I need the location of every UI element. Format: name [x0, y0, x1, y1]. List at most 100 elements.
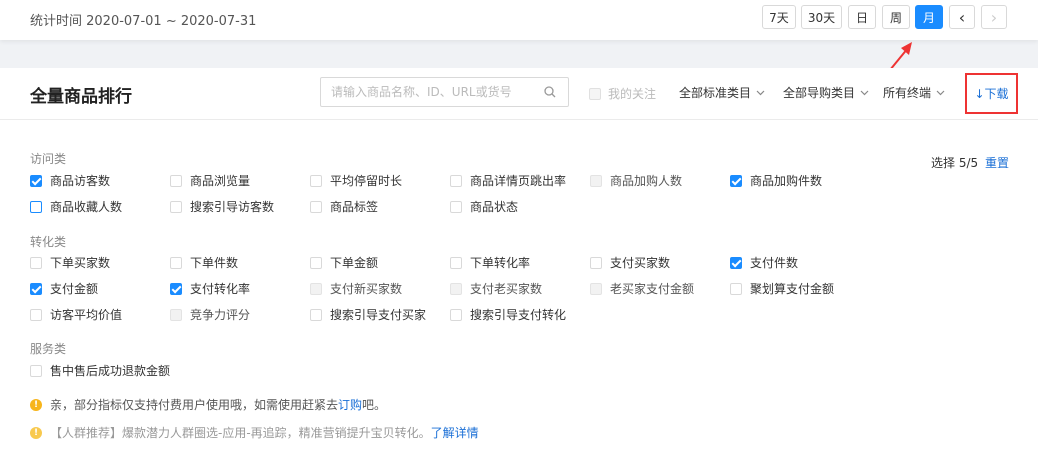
metric-option[interactable]: 搜索引导访客数 — [170, 198, 274, 215]
group-label-service: 服务类 — [30, 342, 67, 356]
metric-option-label: 老买家支付金额 — [610, 282, 695, 296]
checkbox-icon — [590, 174, 602, 187]
metric-option[interactable]: 商品状态 — [450, 198, 518, 215]
checkbox-icon — [170, 308, 182, 321]
metric-option[interactable]: 商品加购人数 — [590, 172, 682, 189]
group-label-convert: 转化类 — [30, 235, 67, 249]
metric-option-label: 搜索引导支付买家 — [330, 308, 427, 322]
checkbox-icon — [30, 308, 42, 321]
period-bar: 统计时间 2020-07-01 ~ 2020-07-31 7天 30天 日 周 … — [0, 0, 1038, 40]
metric-option[interactable]: 售中售后成功退款金额 — [30, 362, 170, 379]
metric-option-label: 售中售后成功退款金额 — [50, 364, 171, 378]
reset-link[interactable]: 重置 — [985, 154, 1009, 171]
metric-option-label: 商品浏览量 — [190, 174, 251, 188]
learn-more-link[interactable]: 了解详情 — [431, 424, 479, 441]
metric-option[interactable]: 支付老买家数 — [450, 280, 542, 297]
metric-option[interactable]: 商品标签 — [310, 198, 378, 215]
metric-option-label: 商品加购件数 — [750, 174, 823, 188]
next-period-button[interactable]: › — [981, 5, 1007, 29]
metric-option[interactable]: 支付新买家数 — [310, 280, 402, 297]
checkbox-icon — [730, 174, 742, 187]
checkbox-icon — [450, 174, 462, 187]
checkbox-icon — [450, 308, 462, 321]
guide-category-dropdown[interactable]: 全部导购类目 — [783, 84, 869, 101]
metric-option-label: 下单件数 — [190, 256, 239, 270]
metric-option[interactable]: 老买家支付金额 — [590, 280, 694, 297]
metric-option-label: 竞争力评分 — [190, 308, 251, 322]
checkbox-icon — [170, 282, 182, 295]
metric-option-label: 下单买家数 — [50, 256, 111, 270]
terminal-dropdown[interactable]: 所有终端 — [883, 84, 945, 101]
notice-crowd-recommend: ! 【人群推荐】爆款潜力人群圈选-应用-再追踪，精准营销提升宝贝转化。 了解详情 — [30, 424, 479, 441]
checkbox-icon — [450, 200, 462, 213]
metric-option-label: 下单转化率 — [470, 256, 531, 270]
checkbox-icon — [310, 174, 322, 187]
search-icon[interactable] — [544, 86, 556, 98]
metric-option[interactable]: 支付转化率 — [170, 280, 250, 297]
metric-option[interactable]: 访客平均价值 — [30, 306, 122, 323]
metric-option[interactable]: 下单转化率 — [450, 254, 530, 271]
period-day-button[interactable]: 日 — [848, 5, 876, 29]
metric-option-label: 支付新买家数 — [330, 282, 403, 296]
metric-option[interactable]: 下单买家数 — [30, 254, 110, 271]
checkbox-icon — [590, 256, 602, 269]
metric-option[interactable]: 支付金额 — [30, 280, 98, 297]
subscribe-link[interactable]: 订购 — [338, 396, 362, 413]
checkbox-icon — [170, 174, 182, 187]
metric-option[interactable]: 商品收藏人数 — [30, 198, 122, 215]
metric-option[interactable]: 平均停留时长 — [310, 172, 402, 189]
metric-option-label: 下单金额 — [330, 256, 379, 270]
prev-period-button[interactable]: ‹ — [949, 5, 975, 29]
download-highlight-box: ↓下载 — [965, 73, 1018, 114]
group-label-visit: 访问类 — [30, 152, 67, 166]
metric-option-label: 支付转化率 — [190, 282, 251, 296]
checkbox-icon — [30, 200, 42, 213]
notice-paid-metrics: ! 亲，部分指标仅支持付费用户使用哦，如需使用赶紧去 订购 吧。 — [30, 396, 386, 413]
checkbox-icon — [30, 174, 42, 187]
metric-option[interactable]: 搜索引导支付转化 — [450, 306, 566, 323]
checkbox-icon — [730, 282, 742, 295]
metric-option[interactable]: 聚划算支付金额 — [730, 280, 834, 297]
metric-option[interactable]: 下单金额 — [310, 254, 378, 271]
metric-option-label: 商品标签 — [330, 200, 379, 214]
notice-suffix: 吧。 — [362, 398, 387, 412]
checkbox-icon — [589, 87, 601, 100]
chevron-down-icon — [756, 90, 765, 96]
metric-option[interactable]: 商品加购件数 — [730, 172, 822, 189]
metric-option[interactable]: 支付买家数 — [590, 254, 670, 271]
standard-category-dropdown[interactable]: 全部标准类目 — [679, 84, 765, 101]
period-month-button[interactable]: 月 — [915, 5, 943, 29]
checkbox-icon — [450, 282, 462, 295]
metric-option-label: 支付金额 — [50, 282, 99, 296]
my-follow-checkbox[interactable]: 我的关注 — [589, 85, 656, 102]
dropdown-label: 所有终端 — [883, 86, 932, 100]
metric-option[interactable]: 支付件数 — [730, 254, 798, 271]
checkbox-icon — [310, 308, 322, 321]
search-box — [320, 77, 569, 107]
checkbox-icon — [590, 282, 602, 295]
stat-period-text: 统计时间 2020-07-01 ~ 2020-07-31 — [30, 14, 257, 29]
selection-count: 选择 5/5 — [931, 156, 979, 170]
period-30d-button[interactable]: 30天 — [801, 5, 842, 29]
checkbox-icon — [170, 200, 182, 213]
metric-option[interactable]: 商品浏览量 — [170, 172, 250, 189]
checkbox-icon — [310, 282, 322, 295]
warning-icon: ! — [30, 398, 42, 411]
metric-option-label: 商品收藏人数 — [50, 200, 123, 214]
metric-option-label: 搜索引导访客数 — [190, 200, 275, 214]
checkbox-icon — [310, 256, 322, 269]
period-7d-button[interactable]: 7天 — [762, 5, 796, 29]
metric-option-label: 访客平均价值 — [50, 308, 123, 322]
notice-text: 【人群推荐】爆款潜力人群圈选-应用-再追踪，精准营销提升宝贝转化。 — [50, 426, 431, 440]
metric-option[interactable]: 下单件数 — [170, 254, 238, 271]
metric-option[interactable]: 搜索引导支付买家 — [310, 306, 426, 323]
dropdown-label: 全部导购类目 — [783, 86, 856, 100]
download-button[interactable]: ↓下载 — [974, 85, 1008, 102]
metric-option-label: 商品状态 — [470, 200, 519, 214]
metric-option-label: 支付件数 — [750, 256, 799, 270]
period-week-button[interactable]: 周 — [882, 5, 910, 29]
metric-option[interactable]: 竞争力评分 — [170, 306, 250, 323]
metric-option[interactable]: 商品访客数 — [30, 172, 110, 189]
metric-option[interactable]: 商品详情页跳出率 — [450, 172, 566, 189]
search-input[interactable] — [331, 83, 531, 101]
